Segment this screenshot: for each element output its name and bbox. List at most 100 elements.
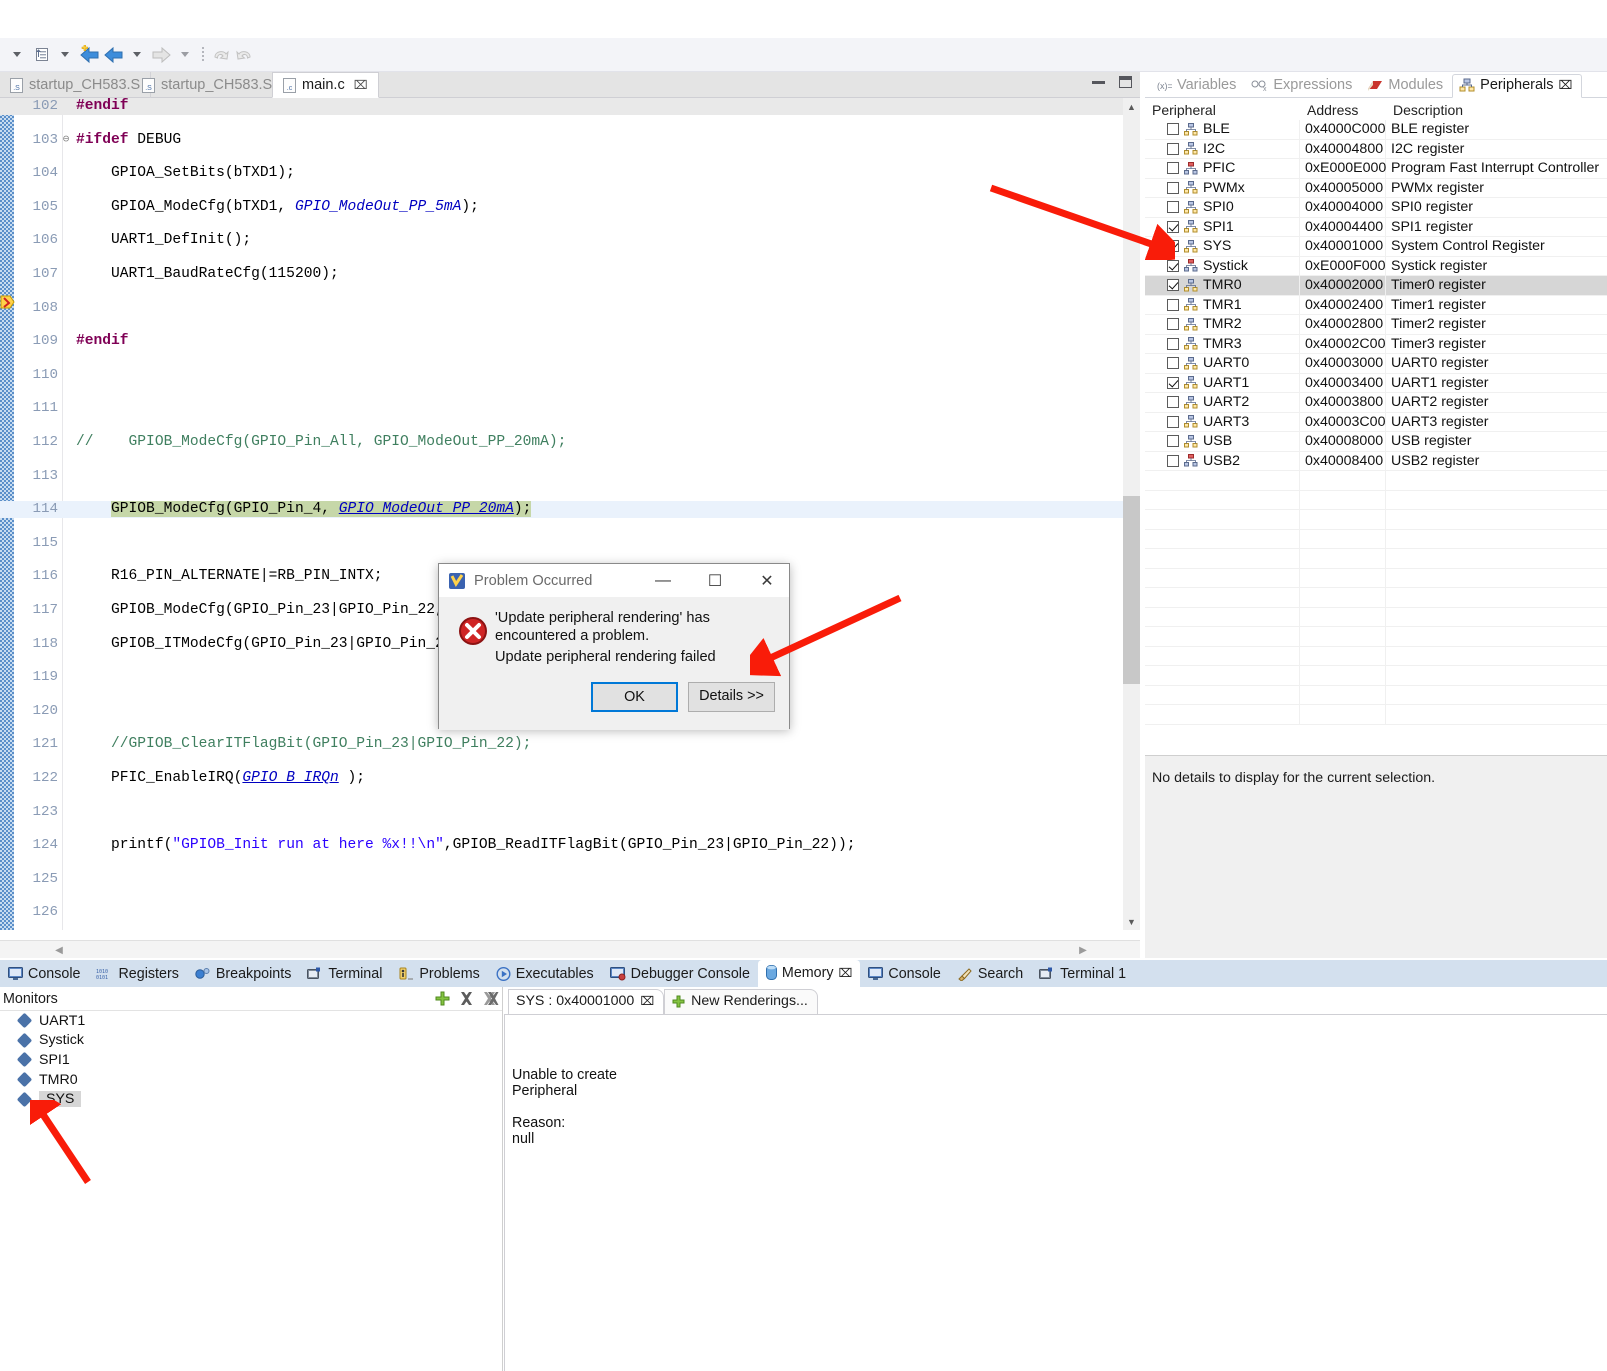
peripheral-row[interactable]: USB2 0x40008400 USB2 register xyxy=(1145,451,1607,471)
code-line[interactable]: 114 GPIOB_ModeCfg(GPIO_Pin_4, GPIO_ModeO… xyxy=(0,501,1140,518)
remove-monitor-button[interactable] xyxy=(454,988,478,1010)
scroll-left-icon[interactable]: ◀ xyxy=(52,943,66,957)
monitor-item[interactable]: SYS xyxy=(0,1089,502,1109)
peripherals-view-tab-variables[interactable]: (x)= Variables xyxy=(1151,75,1245,97)
maximize-icon[interactable] xyxy=(1119,76,1132,88)
peripheral-name-cell[interactable]: UART0 xyxy=(1145,354,1300,373)
peripheral-name-cell[interactable]: USB xyxy=(1145,432,1300,451)
bottom-tab-breakpoints-2[interactable]: Breakpoints xyxy=(187,962,300,987)
peripheral-name-cell[interactable]: SPI0 xyxy=(1145,198,1300,217)
forward-button[interactable] xyxy=(150,43,172,67)
dropdown-caret-icon-2[interactable] xyxy=(54,43,76,67)
bottom-tab-memory-7[interactable]: Memory ⌧ xyxy=(757,960,861,987)
peripheral-row[interactable]: TMR3 0x40002C00 Timer3 register xyxy=(1145,334,1607,354)
peripheral-row[interactable]: PWMx 0x40005000 PWMx register xyxy=(1145,178,1607,198)
editor-tab-startup-ch583-s[interactable]: .S startup_CH583.S xyxy=(0,72,152,98)
peripheral-checkbox[interactable] xyxy=(1167,181,1179,194)
scroll-down-icon[interactable]: ▼ xyxy=(1123,913,1140,930)
peripheral-name-cell[interactable]: BLE xyxy=(1145,120,1300,139)
peripheral-row[interactable]: SPI1 0x40004400 SPI1 register xyxy=(1145,217,1607,237)
code-line[interactable]: 121 //GPIOB_ClearITFlagBit(GPIO_Pin_23|G… xyxy=(0,736,1140,753)
peripheral-checkbox[interactable] xyxy=(1167,396,1179,409)
peripheral-name-cell[interactable]: UART3 xyxy=(1145,412,1300,431)
code-line[interactable]: 104 GPIOA_SetBits(bTXD1); xyxy=(0,165,1140,182)
code-line[interactable]: 110 xyxy=(0,367,1140,384)
dialog-close-button[interactable]: ✕ xyxy=(745,565,789,597)
code-line[interactable]: 124 printf("GPIOB_Init run at here %x!!\… xyxy=(0,837,1140,854)
dropdown-caret-icon-3[interactable] xyxy=(126,43,148,67)
restore-perspective-button[interactable] xyxy=(30,43,52,67)
add-monitor-button[interactable] xyxy=(430,988,454,1010)
peripheral-row[interactable]: TMR2 0x40002800 Timer2 register xyxy=(1145,315,1607,335)
peripheral-row[interactable]: TMR1 0x40002400 Timer1 register xyxy=(1145,295,1607,315)
monitor-item[interactable]: TMR0 xyxy=(0,1070,502,1090)
editor-vertical-scrollbar[interactable]: ▲ ▼ xyxy=(1123,98,1140,930)
dialog-minimize-button[interactable]: — xyxy=(641,565,685,597)
problem-occurred-dialog[interactable]: Problem Occurred — ☐ ✕ 'Update periphera… xyxy=(438,563,790,730)
fold-toggle-icon[interactable]: ⊖ xyxy=(60,132,72,149)
code-line[interactable]: 115 xyxy=(0,535,1140,552)
peripheral-checkbox[interactable] xyxy=(1167,123,1179,136)
peripheral-name-cell[interactable]: SPI1 xyxy=(1145,217,1300,236)
peripheral-checkbox[interactable] xyxy=(1167,201,1179,214)
peripheral-checkbox[interactable] xyxy=(1167,220,1179,233)
editor-tab-main-c[interactable]: .c main.c ⌧ xyxy=(272,72,379,98)
peripheral-row[interactable]: UART1 0x40003400 UART1 register xyxy=(1145,373,1607,393)
tab-close-icon[interactable]: ⌧ xyxy=(1559,78,1573,92)
rendering-tab-sys---0x40001000[interactable]: SYS : 0x40001000 ⌧ xyxy=(508,989,665,1014)
peripheral-checkbox[interactable] xyxy=(1167,240,1179,253)
peripheral-checkbox[interactable] xyxy=(1167,435,1179,448)
code-line[interactable]: 111 xyxy=(0,400,1140,417)
code-line[interactable]: 109 #endif xyxy=(0,333,1140,350)
peripheral-name-cell[interactable]: UART1 xyxy=(1145,373,1300,392)
peripheral-row[interactable]: TMR0 0x40002000 Timer0 register xyxy=(1145,276,1607,296)
code-line[interactable]: 102 #endif xyxy=(0,98,1140,115)
code-line[interactable]: 108 xyxy=(0,300,1140,317)
rendering-tab-new-renderings---[interactable]: New Renderings... xyxy=(664,989,818,1014)
peripheral-row[interactable]: SYS 0x40001000 System Control Register xyxy=(1145,237,1607,257)
rendering-tab-close-icon[interactable]: ⌧ xyxy=(640,994,654,1008)
code-line[interactable]: 126 xyxy=(0,904,1140,921)
bottom-tab-debugger-console-6[interactable]: Debugger Console xyxy=(602,962,758,987)
peripheral-name-cell[interactable]: SYS xyxy=(1145,237,1300,256)
code-line[interactable]: 105 GPIOA_ModeCfg(bTXD1, GPIO_ModeOut_PP… xyxy=(0,199,1140,216)
peripheral-checkbox[interactable] xyxy=(1167,337,1179,350)
monitor-item[interactable]: UART1 xyxy=(0,1011,502,1031)
code-line[interactable]: 106 UART1_DefInit(); xyxy=(0,232,1140,249)
bottom-tab-registers-1[interactable]: 1010 0101 Registers xyxy=(88,962,186,987)
bottom-tab-terminal-1-10[interactable]: Terminal 1 xyxy=(1031,962,1134,987)
peripheral-checkbox[interactable] xyxy=(1167,415,1179,428)
scroll-right-icon[interactable]: ▶ xyxy=(1076,943,1090,957)
peripheral-row[interactable]: I2C 0x40004800 I2C register xyxy=(1145,139,1607,159)
peripheral-checkbox[interactable] xyxy=(1167,357,1179,370)
peripheral-checkbox[interactable] xyxy=(1167,259,1179,272)
peripheral-checkbox[interactable] xyxy=(1167,279,1179,292)
peripheral-row[interactable]: BLE 0x4000C000 BLE register xyxy=(1145,120,1607,140)
peripheral-row[interactable]: UART2 0x40003800 UART2 register xyxy=(1145,393,1607,413)
peripheral-checkbox[interactable] xyxy=(1167,162,1179,175)
peripheral-row[interactable]: PFIC 0xE000E000 Program Fast Interrupt Con… xyxy=(1145,159,1607,179)
peripheral-name-cell[interactable]: Systick xyxy=(1145,256,1300,275)
peripheral-checkbox[interactable] xyxy=(1167,376,1179,389)
code-area[interactable]: 102 #endif 103 ⊖ #ifdef DEBUG 104 GPIOA_SetBi… xyxy=(0,98,1140,930)
minimize-icon[interactable] xyxy=(1092,80,1105,84)
monitors-list[interactable]: UART1 Systick SPI1 TMR0 SYS xyxy=(0,1011,502,1109)
peripheral-name-cell[interactable]: TMR3 xyxy=(1145,334,1300,353)
peripheral-row[interactable]: Systick 0xE000F000 Systick register xyxy=(1145,256,1607,276)
code-line[interactable]: 125 xyxy=(0,871,1140,888)
vertical-scroll-thumb[interactable] xyxy=(1123,496,1140,684)
bottom-tab-executables-5[interactable]: Executables xyxy=(488,962,602,987)
peripherals-view-tab-peripherals[interactable]: Peripherals ⌧ xyxy=(1452,74,1583,98)
ok-button[interactable]: OK xyxy=(591,682,678,712)
bottom-tab-console-8[interactable]: Console xyxy=(860,962,948,987)
bottom-tab-search-9[interactable]: Search xyxy=(949,962,1031,987)
peripheral-name-cell[interactable]: TMR0 xyxy=(1145,276,1300,295)
code-line[interactable]: 112 // GPIOB_ModeCfg(GPIO_Pin_All, GPIO_M… xyxy=(0,434,1140,451)
peripheral-name-cell[interactable]: TMR1 xyxy=(1145,295,1300,314)
peripheral-name-cell[interactable]: UART2 xyxy=(1145,393,1300,412)
code-line[interactable]: 122 PFIC_EnableIRQ(GPIO_B_IRQn ); xyxy=(0,770,1140,787)
editor-horizontal-scrollbar[interactable]: ◀ ▶ xyxy=(0,940,1140,958)
peripherals-table[interactable]: Peripheral Address Description BLE 0x4000… xyxy=(1145,99,1607,749)
editor-tab-close-icon[interactable]: ⌧ xyxy=(354,78,368,92)
bottom-tab-problems-4[interactable]: Problems xyxy=(390,962,487,987)
